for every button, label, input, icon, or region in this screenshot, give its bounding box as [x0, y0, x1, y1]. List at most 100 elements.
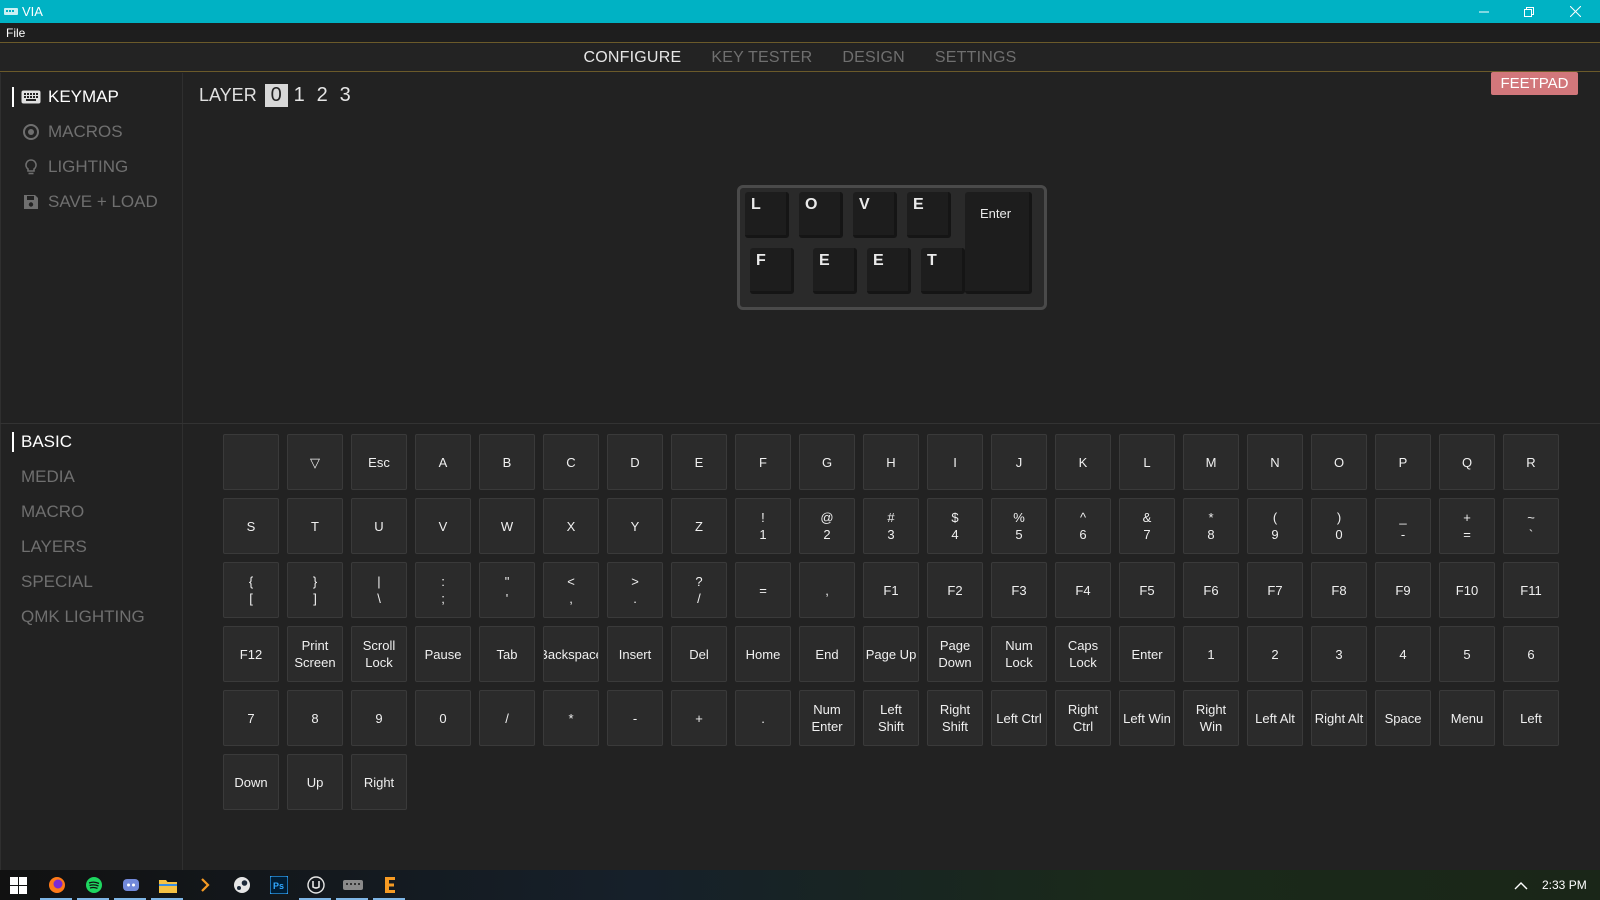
keycode-button[interactable]: S	[223, 498, 279, 554]
keycode-button[interactable]: =	[735, 562, 791, 618]
keycode-button[interactable]: Right Alt	[1311, 690, 1367, 746]
keycode-button[interactable]: 2	[1247, 626, 1303, 682]
preview-key[interactable]: E	[813, 248, 857, 294]
keycode-button[interactable]: } ]	[287, 562, 343, 618]
category-qmk-lighting[interactable]: QMK LIGHTING	[21, 607, 145, 627]
keycode-button[interactable]: F8	[1311, 562, 1367, 618]
sidebar-item-macros[interactable]: MACROS	[21, 121, 123, 143]
keycode-button[interactable]: T	[287, 498, 343, 554]
keycode-button[interactable]: Right Win	[1183, 690, 1239, 746]
keycode-button[interactable]: I	[927, 434, 983, 490]
keycode-button[interactable]: .	[735, 690, 791, 746]
keycode-button[interactable]: Caps Lock	[1055, 626, 1111, 682]
keycode-button[interactable]: V	[415, 498, 471, 554]
keycode-button[interactable]: ( 9	[1247, 498, 1303, 554]
keycode-button[interactable]: X	[543, 498, 599, 554]
keycode-button[interactable]: Scroll Lock	[351, 626, 407, 682]
keycode-button[interactable]: -	[607, 690, 663, 746]
keycode-button[interactable]: ~ `	[1503, 498, 1559, 554]
preview-key[interactable]: V	[853, 192, 897, 238]
preview-key[interactable]: T	[921, 248, 965, 294]
epic-icon[interactable]	[380, 875, 400, 895]
keycode-button[interactable]: Backspace	[543, 626, 599, 682]
steam-icon[interactable]	[232, 875, 252, 895]
keycode-button[interactable]: F10	[1439, 562, 1495, 618]
keycode-button[interactable]	[223, 434, 279, 490]
keycode-button[interactable]: R	[1503, 434, 1559, 490]
layer-1-button[interactable]: 1	[288, 84, 311, 107]
firefox-icon[interactable]	[47, 875, 67, 895]
via-icon[interactable]	[343, 875, 363, 895]
keycode-button[interactable]: E	[671, 434, 727, 490]
keycode-button[interactable]: 6	[1503, 626, 1559, 682]
keycode-button[interactable]: B	[479, 434, 535, 490]
keycode-button[interactable]: F2	[927, 562, 983, 618]
file-explorer-icon[interactable]	[158, 875, 178, 895]
chevron-up-icon[interactable]	[1511, 875, 1531, 895]
keycode-button[interactable]: Left Ctrl	[991, 690, 1047, 746]
sidebar-item-lighting[interactable]: LIGHTING	[21, 156, 128, 178]
tab-configure[interactable]: CONFIGURE	[584, 49, 682, 67]
keycode-button[interactable]: U	[351, 498, 407, 554]
keycode-button[interactable]: Num Enter	[799, 690, 855, 746]
keycode-button[interactable]: | \	[351, 562, 407, 618]
keycode-button[interactable]: Tab	[479, 626, 535, 682]
keycode-button[interactable]: F5	[1119, 562, 1175, 618]
keycode-button[interactable]: Q	[1439, 434, 1495, 490]
keycode-button[interactable]: Space	[1375, 690, 1431, 746]
keycode-button[interactable]: N	[1247, 434, 1303, 490]
tab-key-tester[interactable]: KEY TESTER	[711, 49, 812, 67]
keycode-button[interactable]: F1	[863, 562, 919, 618]
keycode-button[interactable]: ? /	[671, 562, 727, 618]
keycode-button[interactable]: P	[1375, 434, 1431, 490]
category-media[interactable]: MEDIA	[21, 467, 75, 487]
keycode-button[interactable]: W	[479, 498, 535, 554]
keycode-button[interactable]: # 3	[863, 498, 919, 554]
keycode-button[interactable]: K	[1055, 434, 1111, 490]
keycode-button[interactable]: ,	[799, 562, 855, 618]
sidebar-item-save-load[interactable]: SAVE + LOAD	[21, 191, 158, 213]
keycode-button[interactable]: Esc	[351, 434, 407, 490]
preview-key[interactable]: O	[799, 192, 843, 238]
keycode-button[interactable]: G	[799, 434, 855, 490]
keycode-button[interactable]: Right	[351, 754, 407, 810]
keycode-button[interactable]: Enter	[1119, 626, 1175, 682]
keycode-button[interactable]: F6	[1183, 562, 1239, 618]
photoshop-icon[interactable]: Ps	[269, 875, 289, 895]
keycode-button[interactable]: C	[543, 434, 599, 490]
keycode-button[interactable]: Print Screen	[287, 626, 343, 682]
keycode-button[interactable]: _ -	[1375, 498, 1431, 554]
keycode-button[interactable]: 7	[223, 690, 279, 746]
chevron-right-icon[interactable]	[195, 875, 215, 895]
keycode-button[interactable]: & 7	[1119, 498, 1175, 554]
keycode-button[interactable]: * 8	[1183, 498, 1239, 554]
keycode-button[interactable]: +	[671, 690, 727, 746]
keycode-button[interactable]: A	[415, 434, 471, 490]
category-macro[interactable]: MACRO	[21, 502, 84, 522]
keycode-button[interactable]: F7	[1247, 562, 1303, 618]
keycode-button[interactable]: $ 4	[927, 498, 983, 554]
keycode-button[interactable]: < ,	[543, 562, 599, 618]
keycode-button[interactable]: 1	[1183, 626, 1239, 682]
keycode-button[interactable]: 8	[287, 690, 343, 746]
spotify-icon[interactable]	[84, 875, 104, 895]
keycode-button[interactable]: 4	[1375, 626, 1431, 682]
restore-button[interactable]	[1506, 0, 1552, 23]
keycode-button[interactable]: 9	[351, 690, 407, 746]
unreal-icon[interactable]	[306, 875, 326, 895]
tab-settings[interactable]: SETTINGS	[935, 49, 1017, 67]
windows-start-icon[interactable]	[8, 875, 28, 895]
keycode-button[interactable]: D	[607, 434, 663, 490]
keycode-button[interactable]: F3	[991, 562, 1047, 618]
tab-design[interactable]: DESIGN	[842, 49, 905, 67]
keycode-button[interactable]: /	[479, 690, 535, 746]
keycode-button[interactable]: { [	[223, 562, 279, 618]
minimize-button[interactable]	[1461, 0, 1507, 23]
preview-key[interactable]: E	[867, 248, 911, 294]
keycode-button[interactable]: Right Shift	[927, 690, 983, 746]
keycode-button[interactable]: Pause	[415, 626, 471, 682]
keycode-button[interactable]: Left Alt	[1247, 690, 1303, 746]
keycode-button[interactable]: J	[991, 434, 1047, 490]
category-special[interactable]: SPECIAL	[21, 572, 93, 592]
keycode-button[interactable]: M	[1183, 434, 1239, 490]
